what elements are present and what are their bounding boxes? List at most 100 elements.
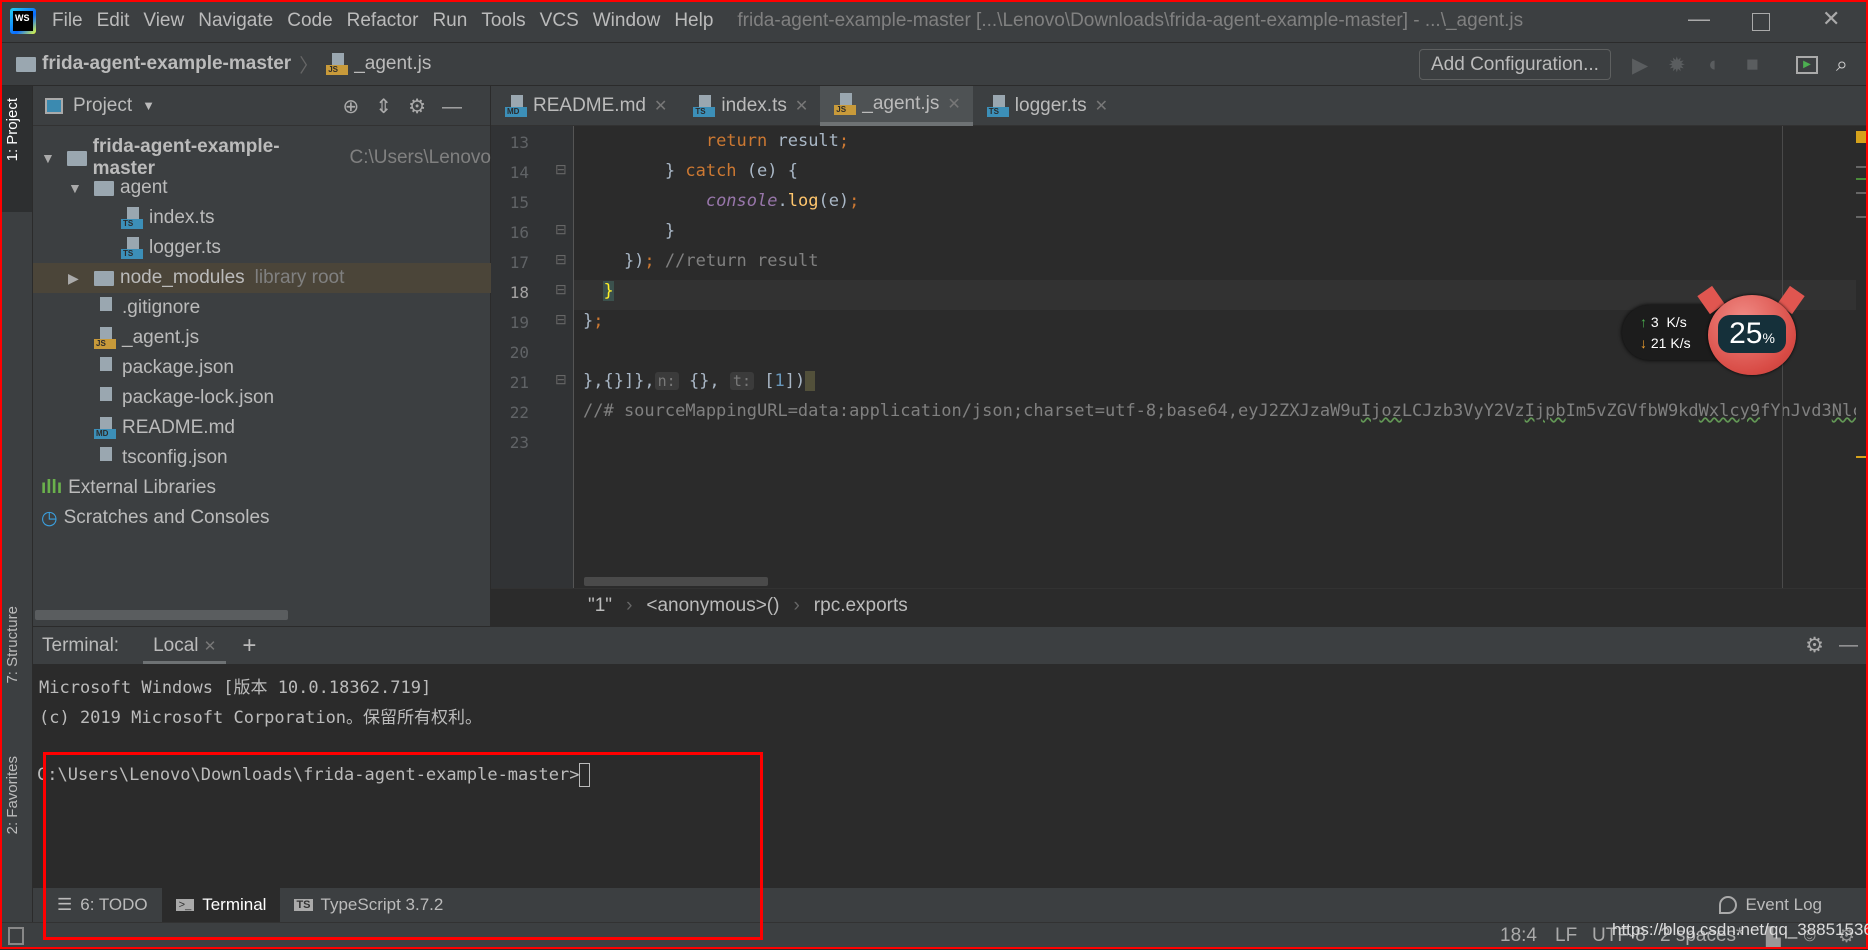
expanded-arrow-icon[interactable]: ▼	[41, 150, 57, 166]
tree-item[interactable]: TS index.ts	[33, 203, 491, 233]
close-tab-icon[interactable]: ✕	[654, 96, 667, 116]
terminal-header: Terminal: Local ✕ + ⚙ —	[33, 626, 1868, 665]
tree-item[interactable]: ▼ frida-agent-example-master C:\Users\Leno…	[33, 136, 491, 179]
menu-code[interactable]: Code	[287, 10, 332, 32]
tree-item[interactable]: ◷ Scratches and Consoles	[33, 503, 491, 533]
menu-help[interactable]: Help	[674, 10, 713, 32]
code-line: };	[583, 311, 604, 331]
stop-icon[interactable]: ■	[1746, 53, 1759, 77]
menu-vcs[interactable]: VCS	[540, 10, 579, 32]
close-icon[interactable]: ✕	[204, 638, 217, 655]
project-tool-tab[interactable]: 1: Project	[4, 98, 21, 161]
js-file-icon: JS	[326, 53, 349, 75]
horizontal-scrollbar[interactable]	[35, 610, 288, 620]
tree-item[interactable]: ıllı External Libraries	[33, 473, 491, 503]
menu-window[interactable]: Window	[593, 10, 661, 32]
tree-item[interactable]: package-lock.json	[33, 383, 491, 413]
tree-item[interactable]: JS _agent.js	[33, 323, 491, 353]
search-icon[interactable]: ⌕	[1836, 53, 1848, 77]
project-panel-header: Project ▼ ⊕⇕⚙—	[33, 86, 490, 126]
code-token: //# sourceMappingURL=data:application/js…	[583, 401, 1361, 421]
breadcrumb-item[interactable]: "1"	[588, 595, 612, 617]
code-line: console.log(e);	[583, 191, 860, 211]
fold-marker-icon[interactable]: ⊟	[555, 161, 567, 178]
close-tab-icon[interactable]: ✕	[947, 94, 960, 114]
editor-horizontal-scrollbar[interactable]	[584, 577, 768, 586]
tree-item[interactable]: TS logger.ts	[33, 233, 491, 263]
new-terminal-button[interactable]: +	[242, 632, 256, 660]
breadcrumb-item[interactable]: <anonymous>()	[646, 595, 779, 617]
fold-marker-icon[interactable]: ⊟	[555, 371, 567, 388]
line-number: 15	[509, 193, 529, 212]
fold-marker-icon[interactable]: ⊟	[555, 221, 567, 238]
breadcrumb-project[interactable]: frida-agent-example-master	[42, 53, 291, 75]
menu-view[interactable]: View	[143, 10, 184, 32]
close-tab-icon[interactable]: ✕	[795, 96, 808, 116]
line-number: 17	[509, 253, 529, 272]
event-log-button[interactable]: Event Log	[1719, 895, 1822, 915]
terminal-tab-local[interactable]: Local ✕	[143, 627, 227, 665]
ignore-file-icon	[94, 297, 116, 319]
tree-item[interactable]: ▼ agent	[33, 173, 491, 203]
menu-file[interactable]: File	[52, 10, 83, 32]
menu-navigate[interactable]: Navigate	[198, 10, 273, 32]
tab-logger-ts[interactable]: TS logger.ts ✕	[973, 86, 1120, 126]
breadcrumb-file[interactable]: _agent.js	[354, 53, 431, 75]
add-configuration-button[interactable]: Add Configuration...	[1419, 49, 1611, 80]
code-token: ])	[784, 371, 806, 391]
line-separator[interactable]: LF	[1555, 925, 1577, 947]
tree-item-hint: C:\Users\Lenovo	[349, 147, 491, 168]
window-title: frida-agent-example-master [...\Lenovo\D…	[737, 10, 1524, 31]
favorites-tool-tab[interactable]: 2: Favorites	[4, 756, 21, 834]
tab-readme-md[interactable]: MD README.md ✕	[491, 86, 679, 126]
chevron-down-icon[interactable]: ▼	[142, 98, 155, 113]
menu-tools[interactable]: Tools	[481, 10, 525, 32]
coverage-icon[interactable]: ◖	[1706, 53, 1719, 77]
vertical-scrollbar[interactable]	[1856, 126, 1868, 588]
tab-index-ts[interactable]: TS index.ts ✕	[679, 86, 820, 126]
close-button[interactable]: ✕	[1822, 6, 1840, 32]
terminal-line: Microsoft Windows [版本 10.0.18362.719]	[39, 678, 432, 698]
navigation-bar: frida-agent-example-master 〉 JS _agent.j…	[0, 43, 1868, 86]
caret-position[interactable]: 18:4	[1500, 925, 1537, 947]
network-speed-widget[interactable]: ↑ 3 K/s ↓ 21 K/s 25%	[1622, 285, 1807, 375]
title-bar: WS File Edit View Navigate Code Refactor…	[0, 0, 1868, 43]
debug-icon[interactable]: ✹	[1668, 53, 1686, 78]
menu-refactor[interactable]: Refactor	[347, 10, 419, 32]
line-number: 22	[509, 403, 529, 422]
menu-run[interactable]: Run	[432, 10, 467, 32]
tree-item[interactable]: MD README.md	[33, 413, 491, 443]
tree-item[interactable]: .gitignore	[33, 293, 491, 323]
fold-marker-icon[interactable]: ⊟	[555, 311, 567, 328]
code-token: (e)	[818, 191, 850, 211]
menu-edit[interactable]: Edit	[97, 10, 130, 32]
toggle-tool-windows-icon[interactable]	[8, 927, 24, 945]
line-number: 13	[509, 133, 529, 152]
hide-icon[interactable]: —	[1839, 635, 1858, 657]
tab--agent-js[interactable]: JS _agent.js ✕	[820, 86, 973, 126]
ts-file-icon: TS	[121, 237, 143, 259]
terminal-tab-label: Local	[153, 634, 199, 656]
fold-marker-icon[interactable]: ⊟	[555, 251, 567, 268]
close-tab-icon[interactable]: ✕	[1095, 96, 1108, 116]
collapsed-arrow-icon[interactable]: ▶	[68, 270, 84, 287]
code-line: } catch (e) {	[583, 161, 798, 181]
fold-marker-icon[interactable]: ⊟	[555, 281, 567, 298]
structure-tool-tab[interactable]: 7: Structure	[4, 606, 21, 684]
code-line: //# sourceMappingURL=data:application/js…	[583, 401, 1868, 421]
terminal-toolbar-icon[interactable]: ▶	[1796, 56, 1818, 74]
gear-icon[interactable]: ⚙	[1805, 633, 1824, 658]
run-icon[interactable]: ▶	[1632, 53, 1648, 78]
maximize-button[interactable]	[1752, 13, 1770, 31]
expanded-arrow-icon[interactable]: ▼	[68, 180, 84, 196]
tree-item[interactable]: package.json	[33, 353, 491, 383]
project-panel-actions[interactable]: ⊕⇕⚙—	[343, 94, 478, 119]
breadcrumb-item[interactable]: rpc.exports	[814, 595, 908, 617]
tree-item[interactable]: ▶ node_modules library root	[33, 263, 491, 293]
tab-label: _agent.js	[862, 93, 940, 114]
minimize-button[interactable]: —	[1688, 6, 1710, 32]
project-view-selector[interactable]: Project	[73, 95, 132, 117]
tree-item[interactable]: tsconfig.json	[33, 443, 491, 473]
code-line: },{}]}, n: {}, t: [1])	[583, 371, 816, 391]
